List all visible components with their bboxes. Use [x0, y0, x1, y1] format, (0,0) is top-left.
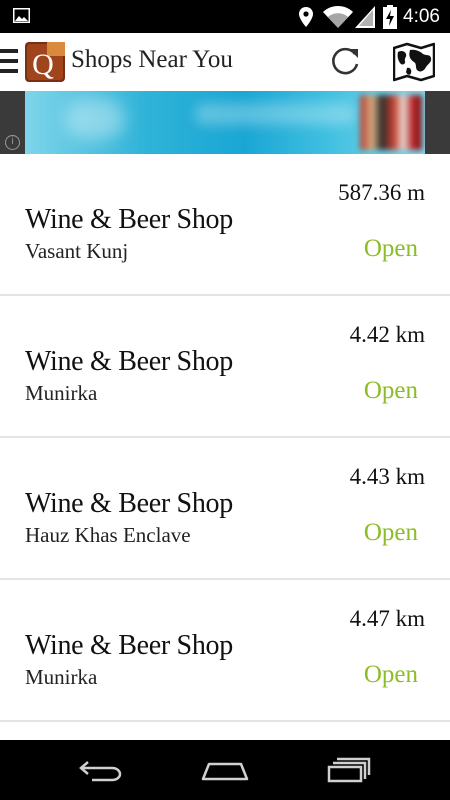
shop-status: Open — [363, 661, 418, 688]
info-icon[interactable]: i — [5, 135, 20, 150]
ad-image[interactable] — [25, 91, 425, 154]
wifi-icon — [323, 5, 354, 28]
ad-banner[interactable]: i — [0, 91, 450, 154]
status-time: 4:06 — [403, 5, 440, 27]
action-bar: Q Shops Near You — [0, 33, 450, 91]
signal-icon — [355, 5, 376, 28]
shop-distance: 4.43 km — [349, 464, 425, 489]
app-logo[interactable]: Q — [25, 42, 65, 82]
image-icon — [13, 8, 30, 23]
shop-name: Wine & Beer Shop — [25, 488, 233, 519]
shop-distance: 4.42 km — [349, 322, 425, 347]
shop-area: Vasant Kunj — [25, 239, 129, 263]
nav-bar — [0, 740, 450, 800]
shop-name: Wine & Beer Shop — [25, 630, 233, 661]
shop-distance: 587.36 m — [338, 180, 425, 205]
menu-icon[interactable] — [0, 48, 20, 74]
shop-status: Open — [363, 377, 418, 404]
refresh-icon — [332, 47, 359, 75]
shop-distance: 4.47 km — [349, 606, 425, 631]
refresh-button[interactable] — [326, 43, 364, 81]
shop-list[interactable]: Wine & Beer Shop Vasant Kunj 587.36 m Op… — [0, 154, 450, 740]
shop-area: Munirka — [25, 381, 98, 405]
map-icon — [393, 42, 435, 82]
home-icon — [201, 762, 249, 781]
recent-apps-icon — [327, 757, 371, 783]
recent-apps-button[interactable] — [325, 755, 375, 785]
list-item[interactable]: Wine & Beer Shop Munirka 4.47 km Open — [0, 580, 450, 722]
list-item[interactable]: Wine & Beer Shop Vasant Kunj 587.36 m Op… — [0, 154, 450, 296]
shop-status: Open — [363, 235, 418, 262]
list-item[interactable]: Wine & Beer Shop Hauz Khas Enclave 4.43 … — [0, 438, 450, 580]
location-icon — [299, 6, 314, 27]
page-title: Shops Near You — [71, 46, 233, 73]
svg-text:Q: Q — [32, 48, 54, 81]
shop-area: Hauz Khas Enclave — [25, 523, 191, 547]
shop-status: Open — [363, 519, 418, 546]
map-button[interactable] — [392, 41, 436, 83]
shop-name: Wine & Beer Shop — [25, 204, 233, 235]
back-button[interactable] — [75, 755, 125, 785]
list-item[interactable]: Wine & Beer Shop Munirka 4.42 km Open — [0, 296, 450, 438]
status-bar: 4:06 — [0, 0, 450, 33]
battery-charging-icon — [383, 4, 398, 29]
home-button[interactable] — [200, 755, 250, 785]
shop-name: Wine & Beer Shop — [25, 346, 233, 377]
back-icon — [79, 761, 122, 782]
shop-area: Munirka — [25, 665, 98, 689]
